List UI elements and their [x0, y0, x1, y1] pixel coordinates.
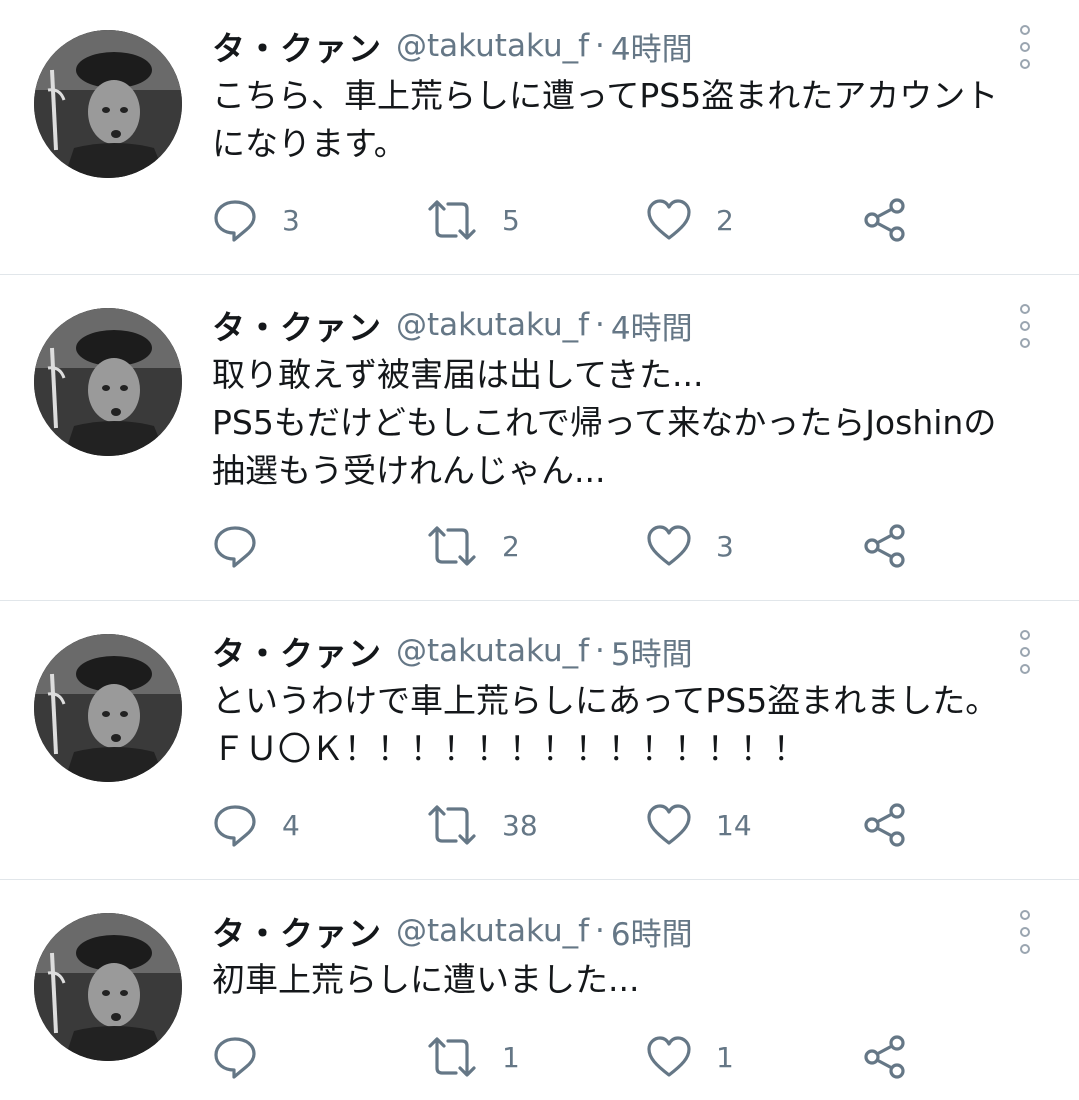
tweet[interactable]: タ・クァン @takutaku_f · 4時間 こちら、車上荒らしに遭ってPS5… [0, 0, 1079, 274]
retweet-icon [428, 200, 476, 240]
tweet-text-line: になります。 [212, 124, 407, 163]
reply-button[interactable]: 3 [212, 195, 300, 245]
tweet-text-line: こちら、車上荒らしに遭ってPS5盗まれたアカウント [212, 76, 999, 115]
retweet-button[interactable]: 2 [426, 521, 520, 571]
tweet[interactable]: タ・クァン @takutaku_f · 6時間 初車上荒らしに遭いました... … [0, 880, 1079, 1100]
author-handle[interactable]: @takutaku_f [396, 307, 589, 343]
tweet-actions: 2 3 [212, 521, 952, 571]
author-name[interactable]: タ・クァン [212, 301, 382, 349]
reply-count: 3 [282, 203, 300, 237]
heart-icon [647, 525, 691, 566]
retweet-button[interactable]: 5 [426, 195, 520, 245]
author-handle[interactable]: @takutaku_f [396, 28, 589, 64]
avatar[interactable] [34, 913, 182, 1061]
tweet-text: 初車上荒らしに遭いました... [212, 956, 1052, 1004]
avatar[interactable] [34, 30, 182, 178]
like-button[interactable]: 3 [646, 521, 734, 571]
retweet-icon [428, 1037, 476, 1077]
reply-button[interactable]: 4 [212, 800, 300, 850]
more-vertical-icon[interactable] [1012, 25, 1038, 69]
retweet-icon [428, 526, 476, 566]
heart-icon [647, 1036, 691, 1077]
reply-count: 4 [282, 808, 300, 842]
tweet-text-line: 初車上荒らしに遭いました... [212, 960, 640, 999]
avatar[interactable] [34, 634, 182, 782]
reply-icon [214, 805, 256, 847]
share-button[interactable] [862, 1032, 908, 1082]
author-name[interactable]: タ・クァン [212, 907, 382, 955]
tweet-text-line: ＦＵ〇Ｋ！！！！！！！！！！！！！！ [212, 729, 806, 768]
timestamp[interactable]: 5時間 [611, 629, 693, 674]
like-button[interactable]: 1 [646, 1032, 734, 1082]
separator-dot: · [595, 307, 605, 343]
reply-icon [214, 526, 256, 568]
tweet-text: 取り敢えず被害届は出してきた... PS5もだけどもしこれで帰って来なかったらJ… [212, 351, 1052, 495]
retweet-count: 1 [502, 1040, 520, 1074]
tweet[interactable]: タ・クァン @takutaku_f · 5時間 というわけで車上荒らしにあってP… [0, 601, 1079, 879]
share-icon [864, 1035, 905, 1079]
tweet-actions: 3 5 2 [212, 195, 952, 245]
share-icon [864, 198, 905, 242]
timestamp[interactable]: 4時間 [611, 303, 693, 348]
tweet-actions: 4 38 14 [212, 800, 952, 850]
separator-dot: · [595, 913, 605, 949]
author-handle[interactable]: @takutaku_f [396, 913, 589, 949]
like-count: 1 [716, 1040, 734, 1074]
tweet[interactable]: タ・クァン @takutaku_f · 4時間 取り敢えず被害届は出してきた..… [0, 275, 1079, 600]
more-vertical-icon[interactable] [1012, 304, 1038, 348]
like-count: 3 [716, 529, 734, 563]
share-icon [864, 524, 905, 568]
tweet-text-line: 抽選もう受けれんじゃん... [212, 451, 606, 490]
tweet-text-line: 取り敢えず被害届は出してきた... [212, 355, 704, 394]
heart-icon [647, 804, 691, 845]
reply-button[interactable] [212, 521, 282, 571]
retweet-count: 38 [502, 808, 538, 842]
like-count: 2 [716, 203, 734, 237]
timestamp[interactable]: 4時間 [611, 24, 693, 69]
tweet-text: というわけで車上荒らしにあってPS5盗まれました。 ＦＵ〇Ｋ！！！！！！！！！！… [212, 677, 1052, 773]
author-name[interactable]: タ・クァン [212, 627, 382, 675]
like-button[interactable]: 2 [646, 195, 734, 245]
retweet-icon [428, 805, 476, 845]
like-count: 14 [716, 808, 752, 842]
author-name[interactable]: タ・クァン [212, 22, 382, 70]
reply-button[interactable] [212, 1032, 282, 1082]
separator-dot: · [595, 28, 605, 64]
retweet-button[interactable]: 1 [426, 1032, 520, 1082]
share-button[interactable] [862, 521, 908, 571]
tweet-text-line: PS5もだけどもしこれで帰って来なかったらJoshinの [212, 403, 997, 442]
retweet-button[interactable]: 38 [426, 800, 538, 850]
timestamp[interactable]: 6時間 [611, 909, 693, 954]
author-handle[interactable]: @takutaku_f [396, 633, 589, 669]
reply-icon [214, 1037, 256, 1079]
avatar[interactable] [34, 308, 182, 456]
separator-dot: · [595, 633, 605, 669]
share-button[interactable] [862, 800, 908, 850]
tweet-actions: 1 1 [212, 1032, 952, 1082]
reply-icon [214, 200, 256, 242]
retweet-count: 5 [502, 203, 520, 237]
more-vertical-icon[interactable] [1012, 910, 1038, 954]
tweet-text: こちら、車上荒らしに遭ってPS5盗まれたアカウント になります。 [212, 72, 1052, 168]
like-button[interactable]: 14 [646, 800, 752, 850]
tweet-text-line: というわけで車上荒らしにあってPS5盗まれました。 [212, 681, 999, 720]
share-button[interactable] [862, 195, 908, 245]
heart-icon [647, 199, 691, 240]
share-icon [864, 803, 905, 847]
retweet-count: 2 [502, 529, 520, 563]
more-vertical-icon[interactable] [1012, 630, 1038, 674]
